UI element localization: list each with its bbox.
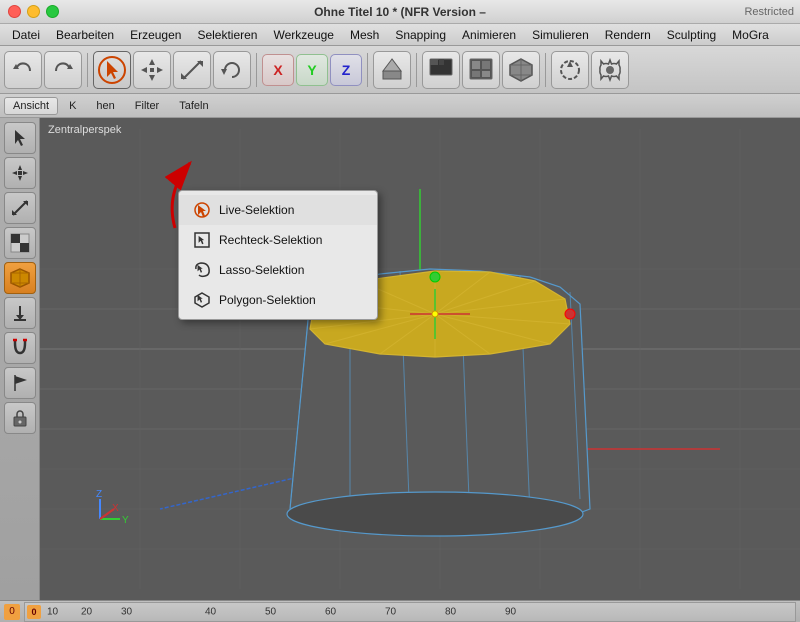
maximize-button[interactable] xyxy=(46,5,59,18)
y-axis-button[interactable]: Y xyxy=(296,54,328,86)
toolbar-separator-1 xyxy=(87,53,88,87)
polygon-selektion-label: Polygon-Selektion xyxy=(219,293,316,307)
main-area: Zentralperspek xyxy=(0,118,800,600)
sidebar-arrow-down[interactable] xyxy=(4,297,36,329)
polygon-selection-icon xyxy=(193,291,211,309)
menu-sculpting[interactable]: Sculpting xyxy=(659,26,724,44)
sidebar-checkerboard[interactable] xyxy=(4,227,36,259)
cube-3d-button[interactable] xyxy=(502,51,540,89)
render-button-2[interactable] xyxy=(462,51,500,89)
dropdown-item-polygon-selektion[interactable]: Polygon-Selektion xyxy=(179,285,377,315)
timeline: 0 0 10 20 30 40 50 60 70 80 90 xyxy=(0,600,800,622)
menubar: Datei Bearbeiten Erzeugen Selektieren We… xyxy=(0,24,800,46)
move-button[interactable] xyxy=(133,51,171,89)
left-sidebar xyxy=(0,118,40,600)
tab-ansicht[interactable]: Ansicht xyxy=(4,97,58,115)
rotate-button[interactable] xyxy=(213,51,251,89)
scale-button[interactable] xyxy=(173,51,211,89)
rectangle-selection-icon xyxy=(193,231,211,249)
sidebar-cursor-tool[interactable] xyxy=(4,122,36,154)
toolbar-separator-5 xyxy=(545,53,546,87)
sidebar-move-tool[interactable] xyxy=(4,157,36,189)
tab-filter[interactable]: Filter xyxy=(126,97,168,115)
undo-button[interactable] xyxy=(4,51,42,89)
menu-simulieren[interactable]: Simulieren xyxy=(524,26,597,44)
settings-button[interactable] xyxy=(591,51,629,89)
menu-rendern[interactable]: Rendern xyxy=(597,26,659,44)
traffic-lights xyxy=(8,5,59,18)
menu-animieren[interactable]: Animieren xyxy=(454,26,524,44)
viewport-label: Zentralperspek xyxy=(48,124,121,136)
viewport-3d[interactable]: Zentralperspek xyxy=(40,118,800,600)
dropdown-item-live-selektion[interactable]: Live-Selektion xyxy=(179,195,377,225)
live-selektion-label: Live-Selektion xyxy=(219,203,294,217)
menu-werkzeuge[interactable]: Werkzeuge xyxy=(265,26,341,44)
menu-bearbeiten[interactable]: Bearbeiten xyxy=(48,26,122,44)
sidebar-cube-3d[interactable] xyxy=(4,262,36,294)
menu-selektieren[interactable]: Selektieren xyxy=(189,26,265,44)
tab-k[interactable]: K xyxy=(60,97,85,115)
sidebar-magnet[interactable] xyxy=(4,332,36,364)
select-tool-button[interactable] xyxy=(93,51,131,89)
toolbar-separator-3 xyxy=(367,53,368,87)
toolbar-separator-4 xyxy=(416,53,417,87)
rechteck-selektion-label: Rechteck-Selektion xyxy=(219,233,322,247)
close-button[interactable] xyxy=(8,5,21,18)
sidebar-scale-tool[interactable] xyxy=(4,192,36,224)
menu-mogra[interactable]: MoGra xyxy=(724,26,777,44)
window-title: Ohne Titel 10 * (NFR Version – xyxy=(314,5,486,19)
titlebar: Ohne Titel 10 * (NFR Version – Restricte… xyxy=(0,0,800,24)
timeline-start-marker[interactable]: 0 xyxy=(4,604,20,620)
menu-erzeugen[interactable]: Erzeugen xyxy=(122,26,189,44)
sidebar-flag[interactable] xyxy=(4,367,36,399)
menu-snapping[interactable]: Snapping xyxy=(387,26,454,44)
render-button-1[interactable] xyxy=(422,51,460,89)
sidebar-lock[interactable] xyxy=(4,402,36,434)
z-axis-button[interactable]: Z xyxy=(330,54,362,86)
svg-text:Z: Z xyxy=(96,489,102,500)
tab-hen[interactable]: hen xyxy=(87,97,123,115)
rotate-anim-button[interactable] xyxy=(551,51,589,89)
main-toolbar: X Y Z xyxy=(0,46,800,94)
selection-dropdown-menu: Live-Selektion Rechteck-Selektion xyxy=(178,190,378,320)
minimize-button[interactable] xyxy=(27,5,40,18)
restricted-label: Restricted xyxy=(744,6,794,18)
toolbar-separator-2 xyxy=(256,53,257,87)
dropdown-item-rechteck-selektion[interactable]: Rechteck-Selektion xyxy=(179,225,377,255)
menu-mesh[interactable]: Mesh xyxy=(342,26,387,44)
live-selection-icon xyxy=(193,201,211,219)
menu-datei[interactable]: Datei xyxy=(4,26,48,44)
extrude-button[interactable] xyxy=(373,51,411,89)
x-axis-button[interactable]: X xyxy=(262,54,294,86)
lasso-selection-icon xyxy=(193,261,211,279)
dropdown-item-lasso-selektion[interactable]: Lasso-Selektion xyxy=(179,255,377,285)
redo-button[interactable] xyxy=(44,51,82,89)
secondary-toolbar: Ansicht K hen Filter Tafeln xyxy=(0,94,800,118)
lasso-selektion-label: Lasso-Selektion xyxy=(219,263,304,277)
tab-tafeln[interactable]: Tafeln xyxy=(170,97,217,115)
svg-text:Y: Y xyxy=(122,515,129,526)
